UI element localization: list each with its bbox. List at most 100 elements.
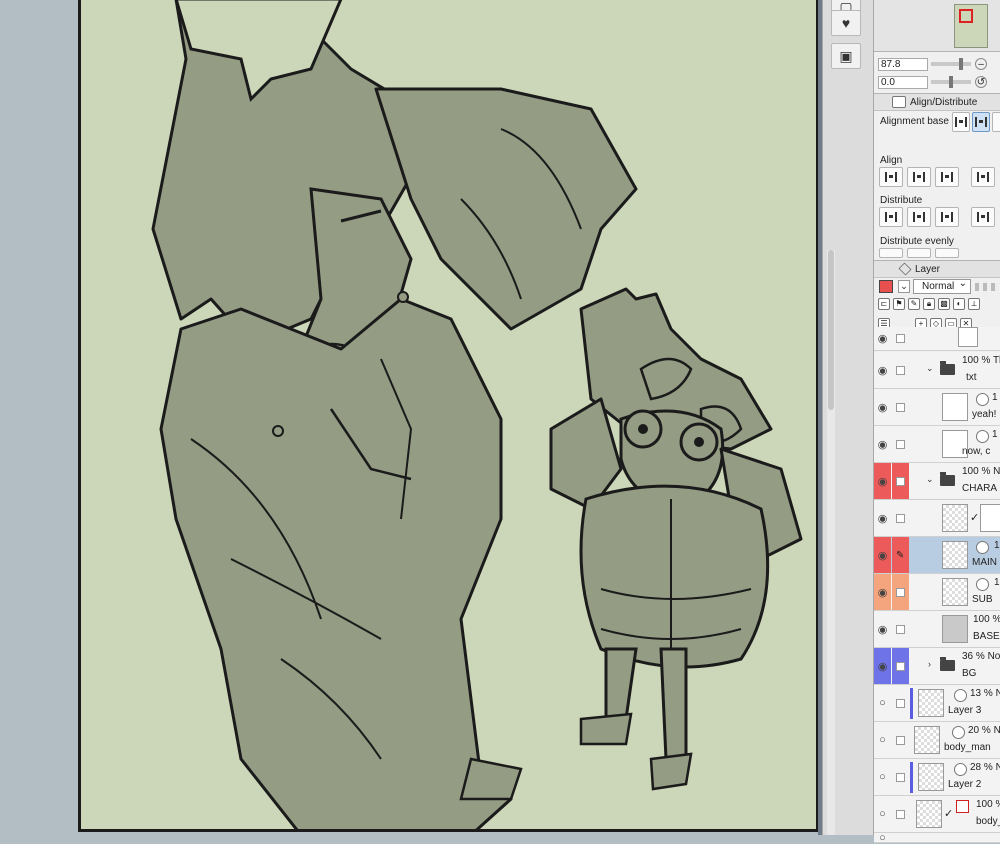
layer-row[interactable]: ◉ ✓ [874,500,1000,537]
align-top-button[interactable] [971,167,995,187]
lock-toggle[interactable] [892,463,909,499]
eye-icon[interactable]: ○ [874,796,891,832]
lock-toggle[interactable] [892,327,909,350]
layer-panel-header[interactable]: Layer [874,260,1000,278]
layer-row[interactable]: ○ 28 % N Layer 2 [874,759,1000,796]
lock-toggle[interactable] [892,426,909,462]
layer-row[interactable]: ◉ ✎ 1 MAIN [874,537,1000,574]
lock-toggle[interactable] [892,722,909,758]
lock-toggle[interactable] [892,611,909,647]
strip-scrollbar[interactable] [827,250,835,835]
eye-icon[interactable]: ◉ [874,426,891,462]
eye-icon[interactable]: ◉ [874,389,891,425]
alignment-base-button-1[interactable] [952,112,970,132]
layer-row[interactable]: ○ 20 % No body_man [874,722,1000,759]
eye-icon[interactable]: ◉ [874,327,891,350]
lock-transparency-icon[interactable]: ▩ [938,298,950,310]
navigator-viewport[interactable] [959,9,973,23]
rotate-slider[interactable] [931,76,971,88]
chevron-right-icon[interactable]: › [928,659,931,669]
eye-icon[interactable]: ◉ [874,463,891,499]
mask-thumbnail [980,504,1000,532]
rotate-value[interactable]: 0.0 [878,75,928,89]
zoom-out-icon[interactable]: – [975,58,987,70]
distribute-button-2[interactable] [907,207,931,227]
distribute-evenly-button-3[interactable] [935,248,959,258]
eye-icon[interactable]: ○ [874,722,891,758]
eye-icon[interactable]: ○ [874,685,891,721]
eye-icon[interactable]: ◉ [874,500,891,536]
canvas-workspace[interactable] [0,0,822,835]
layer-type-icon [952,726,965,739]
layer-info: 1 [994,540,1000,551]
eye-icon[interactable]: ◉ [874,648,891,684]
distribute-button-3[interactable] [935,207,959,227]
rotate-reset-icon[interactable]: ↺ [975,76,987,88]
eye-icon[interactable]: ◉ [874,611,891,647]
layer-row[interactable]: ◉ ⌄ 100 % Th txt [874,352,1000,389]
ruler-icon[interactable]: ⟂ [968,298,980,310]
layer-row[interactable]: ◉ [874,327,1000,351]
lock-toggle[interactable] [892,648,909,684]
eye-icon[interactable]: ◉ [874,352,891,388]
lock-toggle[interactable] [892,574,909,610]
layer-info: 100 % No [962,466,1000,477]
lock-toggle[interactable] [892,685,909,721]
align-left-button[interactable] [879,167,903,187]
zoom-knob[interactable] [959,58,963,70]
lock-toggle[interactable] [892,759,909,795]
distribute-button-1[interactable] [879,207,903,227]
lock-toggle[interactable] [892,352,909,388]
layer-row[interactable]: ◉ 1 yeah! [874,389,1000,426]
layer-thumbnail [942,578,968,606]
align-center-button[interactable] [907,167,931,187]
lock-toggle[interactable] [892,389,909,425]
draft-icon[interactable]: ✎ [908,298,920,310]
distribute-evenly-button-2[interactable] [907,248,931,258]
lock-toggle[interactable] [892,500,909,536]
alignment-base-button-3[interactable] [992,112,1000,132]
eye-icon[interactable]: ◉ [874,574,891,610]
layer-row[interactable]: ◉ 1 now, c [874,426,1000,463]
zoom-value[interactable]: 87.8 [878,57,928,71]
distribute-evenly-button-1[interactable] [879,248,903,258]
checkmark-icon: ✓ [944,808,954,820]
eye-icon[interactable]: ○ [874,759,891,795]
chevron-down-icon[interactable]: ⌄ [926,474,934,485]
align-tab-title[interactable]: Align/Distribute [910,97,977,108]
align-panel-header[interactable]: Align/Distribute [874,93,1000,111]
distribute-button-4[interactable] [971,207,995,227]
blend-mode-select[interactable]: Normal [913,277,971,294]
palette-button-3[interactable]: ▣ [831,43,861,69]
drawing-canvas[interactable] [78,0,819,832]
layer-row[interactable]: ○ 13 % N Layer 3 [874,685,1000,722]
eye-icon[interactable]: ◉ [874,537,891,573]
rotate-knob[interactable] [949,76,953,88]
layer-row[interactable]: ◉ ⌄ 100 % No CHARA [874,463,1000,500]
layer-tab-title[interactable]: Layer [915,264,940,275]
zoom-slider[interactable] [931,58,971,70]
layer-color-swatch[interactable] [879,280,893,293]
clip-icon[interactable]: ⊏ [878,298,890,310]
palette-button-2[interactable]: ♥ [831,10,861,36]
align-right-button[interactable] [935,167,959,187]
distribute-icon [885,212,897,222]
mask-icon[interactable]: ◐ [953,298,965,310]
layer-row[interactable]: ◉ 100 % BASE [874,611,1000,648]
pen-icon[interactable]: ✎ [892,537,909,573]
layer-row[interactable]: ◉ 1 SUB [874,574,1000,611]
scroll-thumb[interactable] [828,250,834,410]
lock-toggle[interactable] [892,796,909,832]
lock-icon[interactable]: 🔒︎ [923,298,935,310]
layer-row[interactable]: ◉ › 36 % Nor BG [874,648,1000,685]
alignment-base-button-2[interactable] [972,112,990,132]
eye-icon[interactable]: ○ [874,832,891,844]
opacity-slider[interactable] [975,283,999,291]
chevron-down-icon[interactable]: ⌄ [926,363,934,374]
reference-icon[interactable]: ⚑ [893,298,905,310]
layer-info: 100 % Th [962,355,1000,366]
layer-row[interactable]: ○ ✓ 100 % body_ [874,796,1000,833]
navigator-preview[interactable] [954,4,988,48]
align-base-icon [955,117,967,127]
chevron-down-icon[interactable]: ⌄ [898,280,910,293]
